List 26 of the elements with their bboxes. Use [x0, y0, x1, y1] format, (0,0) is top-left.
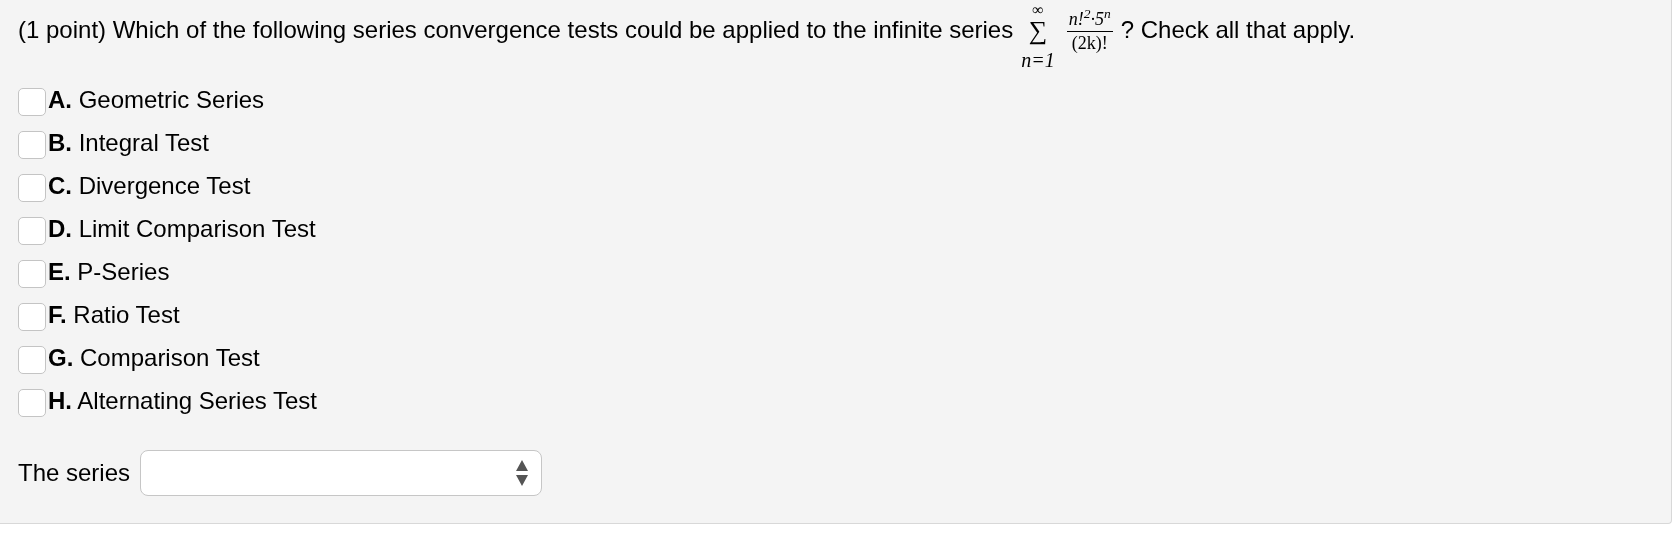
option-label: C. Divergence Test	[48, 170, 251, 201]
select-field[interactable]	[140, 450, 543, 496]
lower-limit: n=1	[1021, 50, 1055, 70]
sum-sign: ∑	[1028, 18, 1048, 44]
up-down-arrows-icon	[515, 458, 530, 488]
checkbox[interactable]	[18, 173, 46, 202]
option-label: B. Integral Test	[48, 127, 209, 158]
option-label: A. Geometric Series	[48, 84, 265, 115]
upper-limit: ∞	[1032, 2, 1044, 18]
option-label: G. Comparison Test	[48, 342, 260, 373]
option-label: E. P-Series	[48, 256, 170, 287]
checkbox[interactable]	[18, 216, 46, 245]
denominator: (2k)!	[1071, 31, 1108, 54]
question-text: ? Check all that apply.	[1120, 15, 1356, 45]
option-label: H. Alternating Series Test	[48, 385, 318, 416]
question-text: (1 point) Which of the following series convergence tests could be applied to the infinite series	[18, 15, 1014, 45]
option-label: D. Limit Comparison Test	[48, 213, 316, 244]
numerator: n!$^{2}$·5$^{n}$	[1066, 8, 1113, 32]
option-label: F. Ratio Test	[48, 299, 180, 330]
answer-label: The series	[18, 458, 131, 488]
checkbox[interactable]	[18, 259, 46, 288]
checkbox[interactable]	[18, 130, 46, 159]
checkbox[interactable]	[18, 87, 46, 116]
checkbox[interactable]	[18, 388, 46, 417]
checkbox[interactable]	[18, 302, 46, 331]
checkbox[interactable]	[18, 345, 46, 374]
